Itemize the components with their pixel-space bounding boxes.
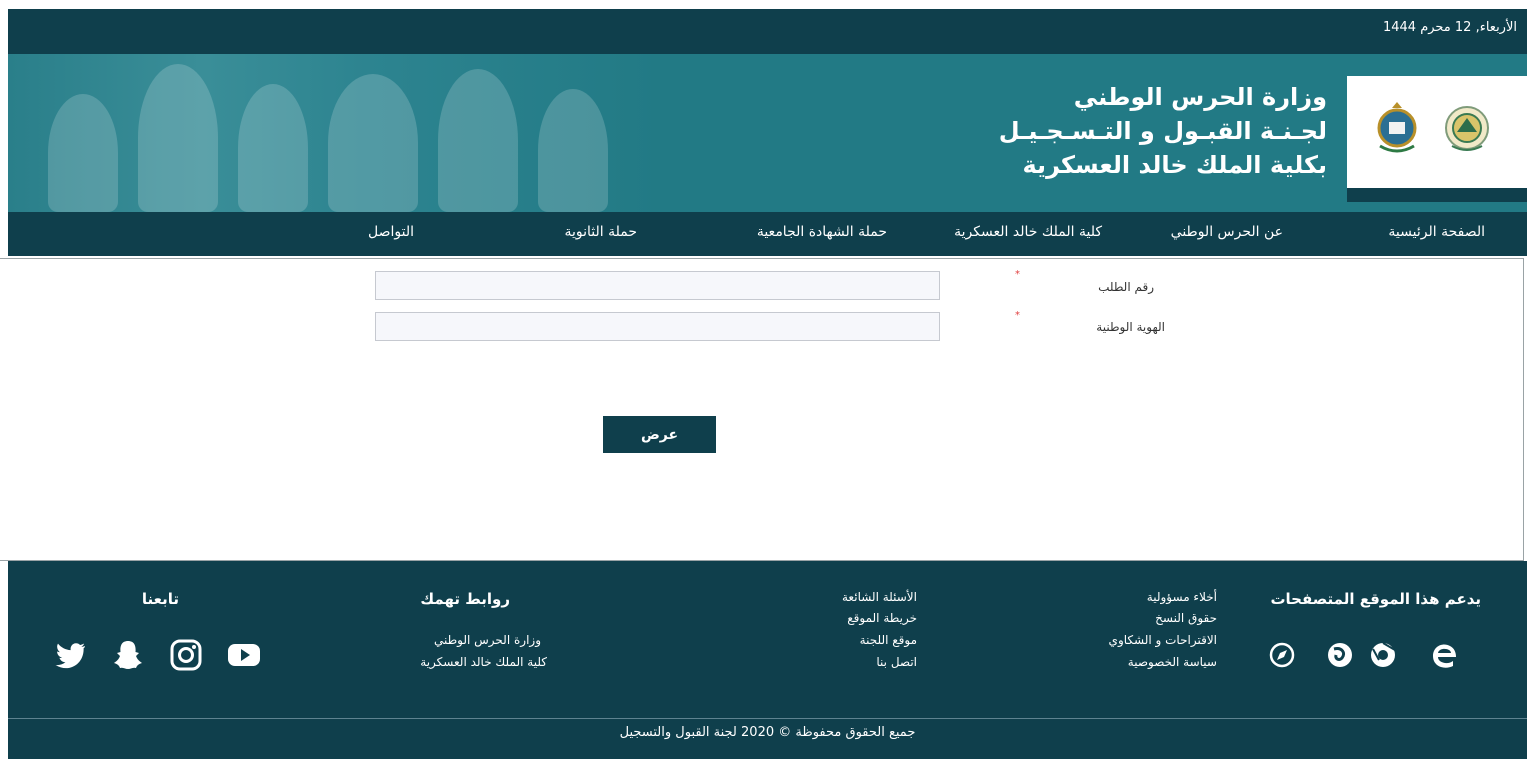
nav-university-holders[interactable]: حملة الشهادة الجامعية: [757, 224, 887, 240]
national-id-label: الهوية الوطنية: [1096, 320, 1165, 334]
browsers-heading: يدعم هذا الموقع المتصفحات: [1270, 590, 1481, 608]
youtube-icon[interactable]: [226, 637, 262, 673]
required-mark: *: [1015, 269, 1020, 280]
required-mark: *: [1015, 310, 1020, 321]
copyright-text: جميع الحقوق محفوظة © 2020 لجنة القبول وا…: [619, 725, 916, 740]
banner-titles: وزارة الحرس الوطني لجـنـة القبـول و التـ…: [999, 80, 1327, 182]
follow-us-heading: تابعنا: [141, 590, 179, 608]
request-number-label: رقم الطلب: [1098, 280, 1154, 294]
committee-title: لجـنـة القبـول و التـسـجـيـل: [998, 117, 1327, 145]
snapchat-icon[interactable]: [110, 637, 146, 673]
ministry-title: وزارة الحرس الوطني: [1073, 83, 1327, 111]
safari-icon: [1269, 642, 1295, 668]
footer-link-sitemap[interactable]: خريطة الموقع: [847, 611, 917, 625]
submit-button[interactable]: عرض: [603, 416, 716, 453]
nav-home[interactable]: الصفحة الرئيسية: [1388, 224, 1485, 240]
main-nav: الصفحة الرئيسية عن الحرس الوطني كلية الم…: [8, 212, 1527, 256]
footer-link-contact-us[interactable]: اتصل بنا: [876, 655, 917, 669]
top-bar: الأربعاء, 12 محرم 1444: [8, 9, 1527, 54]
twitter-icon[interactable]: [52, 637, 88, 673]
edge-icon: [1433, 644, 1456, 668]
related-links-heading: روابط تهمك: [420, 590, 510, 608]
request-number-input[interactable]: [375, 271, 940, 300]
chrome-icon: [1371, 642, 1396, 667]
header-banner: وزارة الحرس الوطني لجـنـة القبـول و التـ…: [8, 54, 1527, 212]
instagram-icon[interactable]: [168, 637, 204, 673]
nav-about[interactable]: عن الحرس الوطني: [1171, 224, 1283, 240]
firefox-icon: [1328, 643, 1352, 667]
related-link-college[interactable]: كلية الملك خالد العسكرية: [420, 655, 547, 669]
current-date: الأربعاء, 12 محرم 1444: [1382, 20, 1517, 35]
footer-link-disclaimer[interactable]: أخلاء مسؤولية: [1147, 590, 1217, 604]
military-college-emblem-icon: [1377, 102, 1417, 153]
related-link-ministry[interactable]: وزارة الحرس الوطني: [434, 633, 541, 647]
inquiry-form: * رقم الطلب * الهوية الوطنية عرض: [0, 258, 1524, 561]
footer-link-committee-site[interactable]: موقع اللجنة: [860, 633, 917, 647]
footer-link-suggestions[interactable]: الاقتراحات و الشكاوي: [1109, 633, 1217, 647]
logo-box[interactable]: [1347, 76, 1527, 202]
footer-link-copyright[interactable]: حقوق النسخ: [1155, 611, 1217, 625]
footer: يدعم هذا الموقع المتصفحات أخلاء مسؤولية …: [8, 561, 1527, 759]
nav-contact[interactable]: التواصل: [368, 224, 414, 240]
footer-link-faq[interactable]: الأسئلة الشائعة: [842, 590, 917, 604]
national-id-input[interactable]: [375, 312, 940, 341]
nav-college[interactable]: كلية الملك خالد العسكرية: [954, 224, 1102, 240]
national-guard-emblem-icon: [1445, 106, 1489, 151]
college-title: بكلية الملك خالد العسكرية: [1022, 151, 1327, 179]
footer-link-privacy[interactable]: سياسة الخصوصية: [1128, 655, 1217, 669]
footer-divider: [8, 718, 1527, 719]
nav-secondary-holders[interactable]: حملة الثانوية: [564, 224, 637, 240]
banner-photo: [8, 54, 658, 212]
